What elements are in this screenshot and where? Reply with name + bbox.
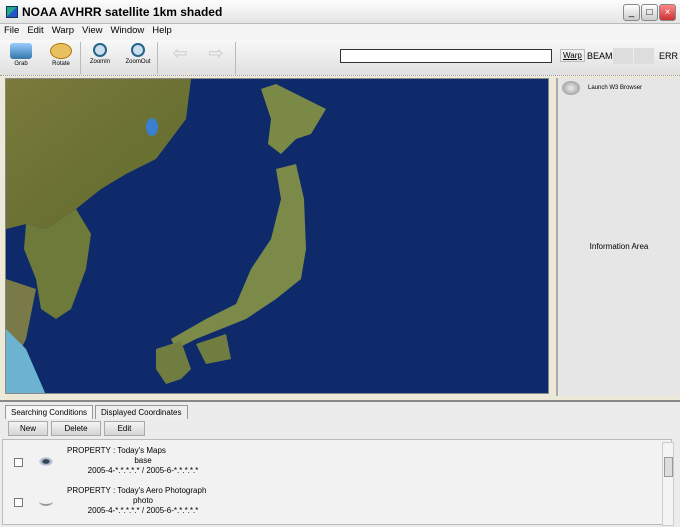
beam-indicator <box>613 48 633 64</box>
row-checkbox[interactable] <box>14 498 23 507</box>
menu-warp[interactable]: Warp <box>48 24 78 36</box>
edit-button[interactable]: Edit <box>104 421 145 436</box>
conditions-panel: Searching Conditions Displayed Coordinat… <box>0 400 680 527</box>
err-label: ERR <box>659 51 679 61</box>
search-input[interactable] <box>340 49 552 63</box>
information-area-label: Information Area <box>589 242 649 251</box>
row-range: 2005-4-*.*.*.*.* / 2005-6-*.*.*.*.* <box>87 466 199 475</box>
information-area: Launch W3 Browser Information Area <box>556 78 680 396</box>
toolbar-separator <box>157 42 158 74</box>
tab-displayed-coordinates[interactable]: Displayed Coordinates <box>95 405 188 419</box>
rotate-label: Rotate <box>52 61 70 67</box>
beam-label: BEAM <box>587 51 613 61</box>
window-title: NOAA AVHRR satellite 1km shaded <box>22 5 223 19</box>
zoom-in-button[interactable]: ZoomIn <box>82 43 118 75</box>
minimize-button[interactable]: _ <box>623 4 640 21</box>
row-checkbox[interactable] <box>14 458 23 467</box>
delete-button[interactable]: Delete <box>51 421 101 436</box>
forward-arrow-icon[interactable]: ⇨ <box>198 43 234 75</box>
menu-window[interactable]: Window <box>106 24 148 36</box>
map-land <box>6 79 326 393</box>
launch-browser-label: Launch W3 Browser <box>588 85 643 91</box>
rotate-button[interactable]: Rotate <box>43 43 79 75</box>
row-text: PROPERTY : Today's Aero Photograph photo 2… <box>63 486 223 516</box>
scrollbar-thumb[interactable] <box>664 457 673 477</box>
err-indicator <box>634 48 654 64</box>
app-icon <box>6 6 18 18</box>
launch-browser-button[interactable]: Launch W3 Browser <box>562 81 642 95</box>
warp-button[interactable]: Warp <box>560 49 585 62</box>
new-button[interactable]: New <box>8 421 48 436</box>
land-hokkaido <box>261 84 326 154</box>
back-arrow-icon[interactable]: ⇦ <box>162 43 198 75</box>
zoom-in-icon <box>93 43 107 57</box>
row-type: base <box>134 456 152 465</box>
title-bar: NOAA AVHRR satellite 1km shaded _ □ × <box>0 0 680 24</box>
zoom-out-icon <box>131 43 145 57</box>
list-scrollbar[interactable] <box>662 442 674 526</box>
satellite-map[interactable] <box>5 78 549 394</box>
menu-view[interactable]: View <box>78 24 106 36</box>
lens-icon <box>39 497 53 506</box>
globe-icon <box>562 81 580 95</box>
land-shikoku <box>196 334 231 364</box>
row-type: photo <box>132 496 154 505</box>
menu-bar: File Edit Warp View Window Help <box>0 24 680 40</box>
eye-icon <box>39 457 53 466</box>
maximize-button[interactable]: □ <box>641 4 658 21</box>
menu-help[interactable]: Help <box>148 24 176 36</box>
zoom-in-label: ZoomIn <box>89 59 111 65</box>
list-item[interactable]: PROPERTY : Today's Maps base 2005-4-*.*.*.… <box>3 442 653 482</box>
toolbar-separator <box>235 42 236 74</box>
conditions-list: PROPERTY : Today's Maps base 2005-4-*.*.*.… <box>2 439 672 525</box>
rotate-icon <box>50 43 72 59</box>
row-property: PROPERTY : Today's Maps <box>67 446 166 455</box>
grab-icon <box>10 43 32 59</box>
zoom-out-button[interactable]: ZoomOut <box>120 43 156 75</box>
land-kyushu <box>156 341 191 384</box>
list-item[interactable]: PROPERTY : Today's Aero Photograph photo 2… <box>3 482 653 522</box>
row-text: PROPERTY : Today's Maps base 2005-4-*.*.*.… <box>63 446 223 476</box>
menu-file[interactable]: File <box>0 24 23 36</box>
grab-label: Grab <box>14 61 28 67</box>
close-button[interactable]: × <box>659 4 676 21</box>
toolbar-separator <box>80 42 81 74</box>
row-property: PROPERTY : Today's Aero Photograph <box>67 486 207 495</box>
tab-searching-conditions[interactable]: Searching Conditions <box>5 405 94 419</box>
land-continent <box>6 79 191 229</box>
grab-button[interactable]: Grab <box>3 43 39 75</box>
land-honshu <box>171 164 306 349</box>
zoom-out-label: ZoomOut <box>125 59 151 65</box>
lake <box>146 118 158 136</box>
row-range: 2005-4-*.*.*.*.* / 2005-6-*.*.*.*.* <box>87 506 199 515</box>
menu-edit[interactable]: Edit <box>23 24 47 36</box>
